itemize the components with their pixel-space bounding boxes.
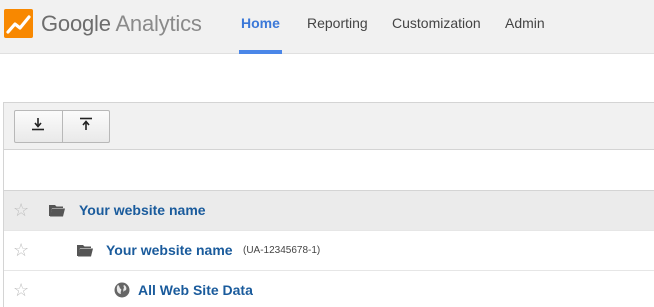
view-row: ☆ All Web Site Data xyxy=(4,271,654,307)
folder-icon xyxy=(77,244,93,257)
view-name-link[interactable]: All Web Site Data xyxy=(138,282,253,298)
star-icon[interactable]: ☆ xyxy=(13,280,29,300)
google-analytics-logo-icon[interactable] xyxy=(4,9,33,38)
expand-all-button[interactable] xyxy=(15,111,62,142)
star-icon[interactable]: ☆ xyxy=(13,200,29,220)
folder-icon xyxy=(49,204,65,217)
account-row: ☆ Your website name xyxy=(4,191,654,231)
property-name-link[interactable]: Your website name xyxy=(106,242,233,258)
star-icon[interactable]: ☆ xyxy=(13,240,29,260)
arrow-up-to-line-icon xyxy=(79,117,93,136)
account-name-link[interactable]: Your website name xyxy=(79,202,206,218)
brand-title: Google Analytics xyxy=(41,11,202,37)
account-panel: ☆ Your website name ☆ Your website name … xyxy=(3,102,654,307)
nav-tab-admin[interactable]: Admin xyxy=(503,0,547,54)
tracking-id: (UA-12345678-1) xyxy=(243,245,321,256)
property-row: ☆ Your website name (UA-12345678-1) xyxy=(4,231,654,271)
panel-toolbar xyxy=(4,103,654,150)
expand-collapse-button-group xyxy=(14,110,110,143)
globe-icon xyxy=(114,282,130,298)
top-header: Google Analytics Home Reporting Customiz… xyxy=(0,0,654,54)
arrow-down-to-line-icon xyxy=(31,117,45,136)
nav-tab-home[interactable]: Home xyxy=(239,0,282,54)
nav-tab-reporting[interactable]: Reporting xyxy=(305,0,370,54)
brand-analytics: Analytics xyxy=(115,11,202,36)
empty-row xyxy=(4,151,654,191)
collapse-all-button[interactable] xyxy=(61,111,109,142)
nav-tab-customization[interactable]: Customization xyxy=(390,0,483,54)
brand-google: Google xyxy=(41,11,111,36)
